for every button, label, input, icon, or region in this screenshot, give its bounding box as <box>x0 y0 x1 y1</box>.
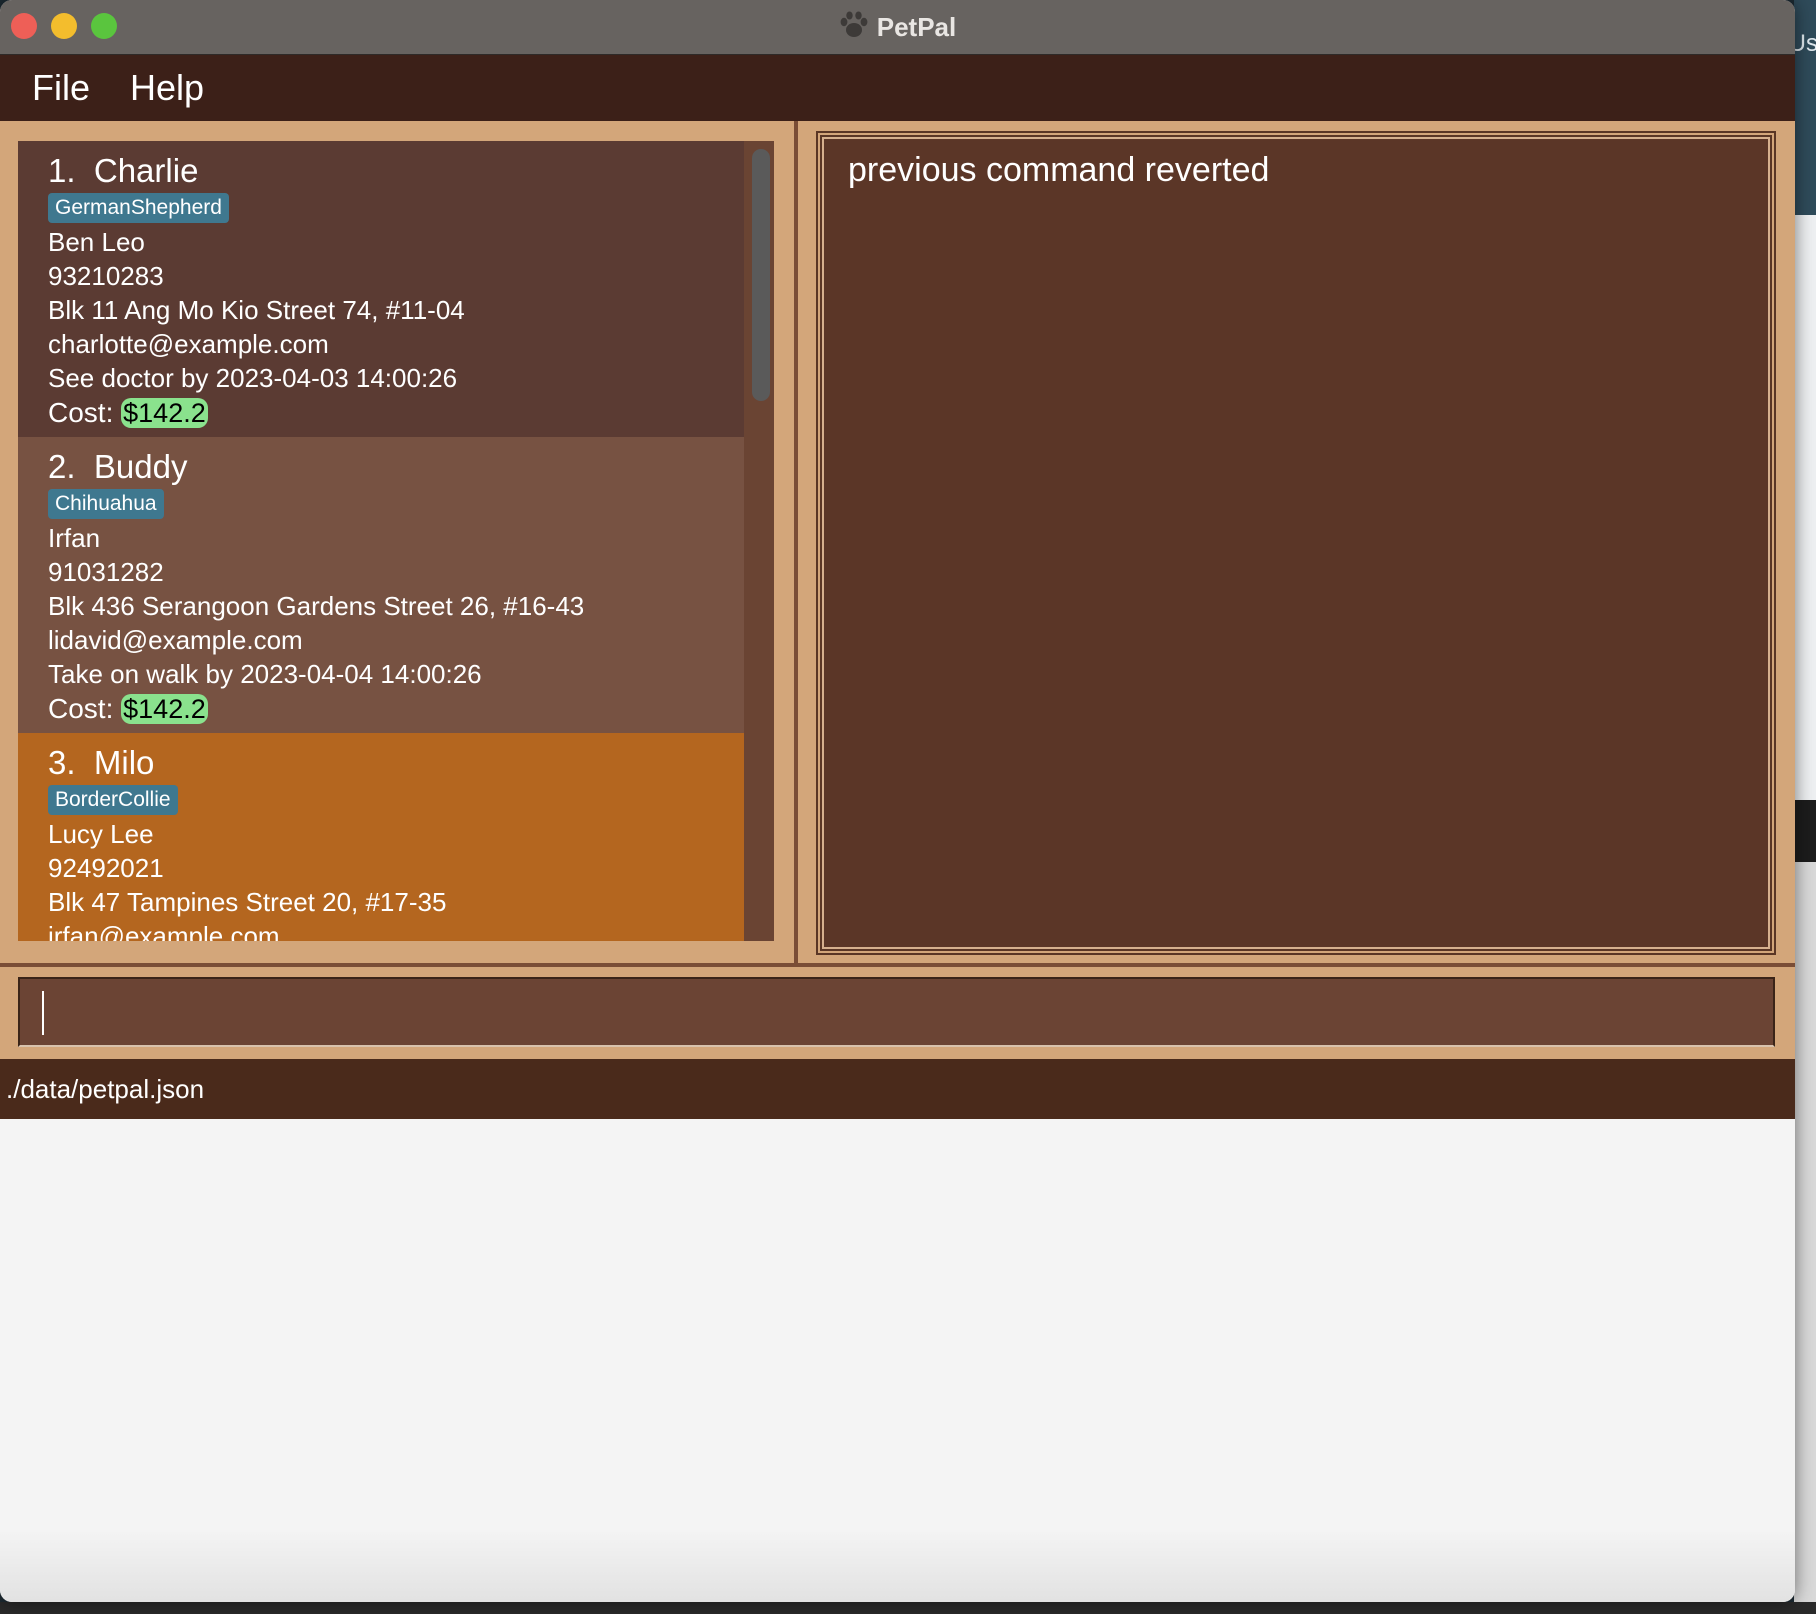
pet-card-content: 2. Buddy Chihuahua Irfan 91031282 Blk 43… <box>48 447 584 727</box>
background-bottom-strip <box>0 1602 1816 1614</box>
pet-name: Charlie <box>93 152 199 189</box>
text-caret <box>42 991 44 1035</box>
email: lidavid@example.com <box>48 625 303 655</box>
pet-card-title: 3. Milo <box>48 743 446 783</box>
status-bar: ./data/petpal.json <box>0 1059 1795 1119</box>
pet-card-title: 2. Buddy <box>48 447 584 487</box>
cost-label: Cost: <box>48 397 114 428</box>
data-file-path: ./data/petpal.json <box>6 1073 205 1104</box>
cost-line: Cost: $142.2 <box>48 691 584 727</box>
window-title: PetPal <box>876 11 957 42</box>
breed-tag: BorderCollie <box>48 785 178 815</box>
phone-number: 91031282 <box>48 557 164 587</box>
pet-index: 3. <box>48 744 76 781</box>
pet-list-panel[interactable]: 1. Charlie GermanShepherd Ben Leo 932102… <box>18 141 774 941</box>
background-window-strip <box>1794 800 1816 862</box>
owner-name: Irfan <box>48 523 101 553</box>
pet-index: 1. <box>48 152 76 189</box>
split-divider[interactable] <box>794 121 798 963</box>
pet-name: Buddy <box>93 448 188 485</box>
pet-name: Milo <box>93 744 155 781</box>
background-window-strip <box>1794 862 1816 1614</box>
pet-card[interactable]: 2. Buddy Chihuahua Irfan 91031282 Blk 43… <box>18 437 744 733</box>
cost-line: Cost: $142.2 <box>48 395 465 431</box>
command-input[interactable] <box>18 977 1775 1047</box>
app-window: PetPal File Help 1. Charlie GermanShephe… <box>0 0 1795 1602</box>
window-title-group: PetPal <box>0 0 1795 54</box>
email: charlotte@example.com <box>48 329 329 359</box>
list-scrollbar-thumb[interactable] <box>752 149 770 401</box>
pet-card-content: 3. Milo BorderCollie Lucy Lee 92492021 B… <box>48 743 446 941</box>
cost-badge: $142.2 <box>121 694 208 724</box>
menu-file[interactable]: File <box>32 67 90 109</box>
phone-number: 93210283 <box>48 261 164 291</box>
cost-badge: $142.2 <box>121 398 208 428</box>
reminder: Take on walk by 2023-04-04 14:00:26 <box>48 659 482 689</box>
pet-card-title: 1. Charlie <box>48 151 465 191</box>
result-display: previous command reverted <box>822 137 1770 949</box>
breed-tag: GermanShepherd <box>48 193 229 223</box>
title-bar[interactable]: PetPal <box>0 0 1795 55</box>
main-area: 1. Charlie GermanShepherd Ben Leo 932102… <box>0 121 1795 963</box>
breed-tag: Chihuahua <box>48 489 164 519</box>
list-scrollbar[interactable] <box>744 141 774 941</box>
pet-card[interactable]: 1. Charlie GermanShepherd Ben Leo 932102… <box>18 141 744 437</box>
pet-card-selected[interactable]: 3. Milo BorderCollie Lucy Lee 92492021 B… <box>18 733 744 941</box>
address: Blk 11 Ang Mo Kio Street 74, #11-04 <box>48 295 465 325</box>
screen: Us PetPal File Help 1. Charlie GermanShe… <box>0 0 1816 1614</box>
email: irfan@example.com <box>48 921 280 941</box>
empty-area <box>0 1119 1795 1602</box>
background-window-strip <box>1794 215 1816 805</box>
phone-number: 92492021 <box>48 853 164 883</box>
pet-index: 2. <box>48 448 76 485</box>
owner-name: Ben Leo <box>48 227 145 257</box>
address: Blk 436 Serangoon Gardens Street 26, #16… <box>48 591 585 621</box>
cost-label: Cost: <box>48 693 114 724</box>
address: Blk 47 Tampines Street 20, #17-35 <box>48 887 447 917</box>
paw-icon <box>839 11 869 44</box>
result-message: previous command reverted <box>848 151 1270 189</box>
menu-bar: File Help <box>0 55 1795 121</box>
command-area <box>0 967 1795 1059</box>
pet-card-content: 1. Charlie GermanShepherd Ben Leo 932102… <box>48 151 465 431</box>
menu-help[interactable]: Help <box>130 67 204 109</box>
reminder: See doctor by 2023-04-03 14:00:26 <box>48 363 458 393</box>
result-display-panel: previous command reverted <box>816 131 1776 955</box>
owner-name: Lucy Lee <box>48 819 154 849</box>
